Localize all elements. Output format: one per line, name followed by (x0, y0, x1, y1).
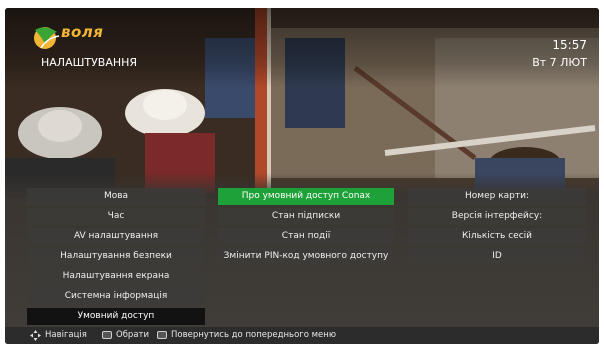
info-id: ID (408, 248, 586, 265)
page-title: НАЛАШТУВАННЯ (41, 56, 138, 69)
tv-screen: воля НАЛАШТУВАННЯ 15:57 Вт 7 ЛЮТ Мова Ча… (5, 8, 599, 344)
footer-navigation-label: Навігація (45, 330, 87, 340)
back-key-icon (157, 331, 167, 339)
submenu-item-about-conax[interactable]: Про умовний доступ Conax (218, 188, 394, 205)
footer-hint-bar: Навігація Обрати Повернутись до попередн… (5, 327, 599, 344)
menu-item-conditional-access[interactable]: Умовний доступ (27, 308, 205, 325)
menu-item-system-info[interactable]: Системна інформація (27, 288, 205, 305)
info-session-count: Кількість сесій (408, 228, 586, 245)
submenu-item-change-pin[interactable]: Змінити PIN-код умовного доступу (218, 248, 394, 265)
menu-item-av-settings[interactable]: AV налаштування (27, 228, 205, 245)
footer-back-label: Повернутись до попереднього меню (171, 330, 336, 340)
date: Вт 7 ЛЮТ (532, 56, 587, 69)
menu-item-screen-settings[interactable]: Налаштування екрана (27, 268, 205, 285)
conditional-access-submenu: Про умовний доступ Conax Стан підписки С… (218, 188, 394, 268)
submenu-item-event-status[interactable]: Стан події (218, 228, 394, 245)
info-card-number: Номер карти: (408, 188, 586, 205)
menu-item-security-settings[interactable]: Налаштування безпеки (27, 248, 205, 265)
navigation-arrows-icon (30, 330, 41, 341)
ok-key-icon (102, 331, 112, 339)
settings-menu: Мова Час AV налаштування Налаштування бе… (27, 188, 205, 328)
clock: 15:57 (552, 38, 587, 52)
menu-item-time[interactable]: Час (27, 208, 205, 225)
logo-wordmark: воля (61, 23, 104, 41)
info-interface-version: Версія інтерфейсу: (408, 208, 586, 225)
menu-item-language[interactable]: Мова (27, 188, 205, 205)
info-panel: Номер карти: Версія інтерфейсу: Кількіст… (408, 188, 586, 268)
footer-select-label: Обрати (116, 330, 150, 340)
submenu-item-subscription-status[interactable]: Стан підписки (218, 208, 394, 225)
